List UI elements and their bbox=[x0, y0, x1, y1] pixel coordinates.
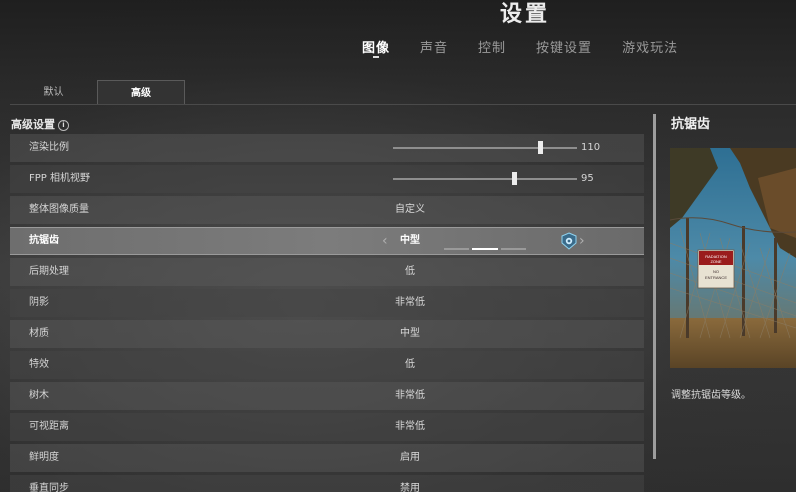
setting-row-sharpen[interactable]: 鲜明度 启用 bbox=[10, 444, 644, 472]
sign-text: ZONE bbox=[710, 259, 721, 264]
page-title: 设置 bbox=[499, 2, 550, 27]
setting-row-effects[interactable]: 特效 低 bbox=[10, 351, 644, 379]
slider-handle[interactable] bbox=[512, 172, 518, 185]
section-title: 高级设置 i bbox=[11, 116, 69, 132]
settings-list: 渲染比例 110 FPP 相机视野 95 整体图像质量 自定义 抗锯齿 ‹ 中型 bbox=[10, 134, 644, 492]
sign-text: ENTRANCE bbox=[705, 275, 727, 280]
tab-divider bbox=[10, 104, 796, 105]
setting-value: 低 bbox=[405, 359, 415, 370]
level-segment bbox=[472, 248, 498, 250]
setting-label: 树木 bbox=[29, 390, 49, 401]
setting-label: 整体图像质量 bbox=[29, 204, 89, 215]
slider-value: 110 bbox=[581, 142, 601, 153]
setting-label: 材质 bbox=[29, 328, 49, 339]
setting-value: 非常低 bbox=[395, 390, 425, 401]
setting-label: 渲染比例 bbox=[29, 142, 69, 153]
subtabs: 默认 高级 bbox=[10, 80, 185, 105]
setting-value: 非常低 bbox=[395, 421, 425, 432]
detail-description: 调整抗锯齿等级。 bbox=[671, 390, 751, 401]
gpu-badge-icon bbox=[561, 232, 577, 250]
slider-handle[interactable] bbox=[538, 141, 544, 154]
setting-label: FPP 相机视野 bbox=[29, 173, 90, 184]
setting-label: 垂直同步 bbox=[29, 483, 69, 492]
setting-value: 中型 bbox=[400, 235, 420, 246]
setting-label: 可视距离 bbox=[29, 421, 69, 432]
render-scale-slider[interactable] bbox=[393, 141, 577, 154]
info-icon[interactable]: i bbox=[58, 120, 69, 131]
setting-value: 自定义 bbox=[395, 204, 425, 215]
subtab-default[interactable]: 默认 bbox=[10, 80, 97, 104]
main-tabs: 图像 声音 控制 按键设置 游戏玩法 bbox=[362, 37, 708, 58]
setting-row-anti-aliasing[interactable]: 抗锯齿 ‹ 中型 › bbox=[10, 227, 644, 255]
level-indicator bbox=[444, 248, 526, 250]
tab-keybindings[interactable]: 按键设置 bbox=[536, 37, 592, 56]
section-title-text: 高级设置 bbox=[11, 118, 55, 131]
setting-label: 特效 bbox=[29, 359, 49, 370]
setting-value: 启用 bbox=[400, 452, 420, 463]
sign-text: NO bbox=[713, 269, 719, 274]
subtab-advanced[interactable]: 高级 bbox=[97, 80, 185, 105]
setting-row-fpp-fov[interactable]: FPP 相机视野 95 bbox=[10, 165, 644, 193]
settings-scrollbar[interactable] bbox=[653, 114, 656, 459]
chevron-right-icon[interactable]: › bbox=[579, 228, 585, 254]
setting-value: 禁用 bbox=[400, 483, 420, 492]
setting-label: 后期处理 bbox=[29, 266, 69, 277]
setting-row-overall-quality[interactable]: 整体图像质量 自定义 bbox=[10, 196, 644, 224]
setting-label: 抗锯齿 bbox=[29, 235, 59, 246]
tab-graphics[interactable]: 图像 bbox=[362, 37, 390, 58]
setting-label: 阴影 bbox=[29, 297, 49, 308]
detail-title: 抗锯齿 bbox=[671, 117, 711, 132]
setting-row-render-scale[interactable]: 渲染比例 110 bbox=[10, 134, 644, 162]
tab-control[interactable]: 控制 bbox=[478, 37, 506, 56]
setting-value: 中型 bbox=[400, 328, 420, 339]
level-segment bbox=[500, 248, 526, 250]
level-segment bbox=[444, 248, 470, 250]
setting-value: 低 bbox=[405, 266, 415, 277]
setting-row-shadows[interactable]: 阴影 非常低 bbox=[10, 289, 644, 317]
slider-value: 95 bbox=[581, 173, 594, 184]
setting-value: 非常低 bbox=[395, 297, 425, 308]
setting-label: 鲜明度 bbox=[29, 452, 59, 463]
setting-row-textures[interactable]: 材质 中型 bbox=[10, 320, 644, 348]
setting-row-foliage[interactable]: 树木 非常低 bbox=[10, 382, 644, 410]
settings-screen: { "header": { "title": "设置", "tabs": [ {… bbox=[0, 0, 796, 492]
preview-image: RADIATION ZONE NO ENTRANCE bbox=[670, 148, 796, 368]
tab-sound[interactable]: 声音 bbox=[420, 37, 448, 56]
setting-row-view-distance[interactable]: 可视距离 非常低 bbox=[10, 413, 644, 441]
setting-row-vsync[interactable]: 垂直同步 禁用 bbox=[10, 475, 644, 492]
fpp-fov-slider[interactable] bbox=[393, 172, 577, 185]
scrollbar-thumb[interactable] bbox=[653, 114, 656, 459]
tab-gameplay[interactable]: 游戏玩法 bbox=[622, 37, 678, 56]
setting-row-post-processing[interactable]: 后期处理 低 bbox=[10, 258, 644, 286]
